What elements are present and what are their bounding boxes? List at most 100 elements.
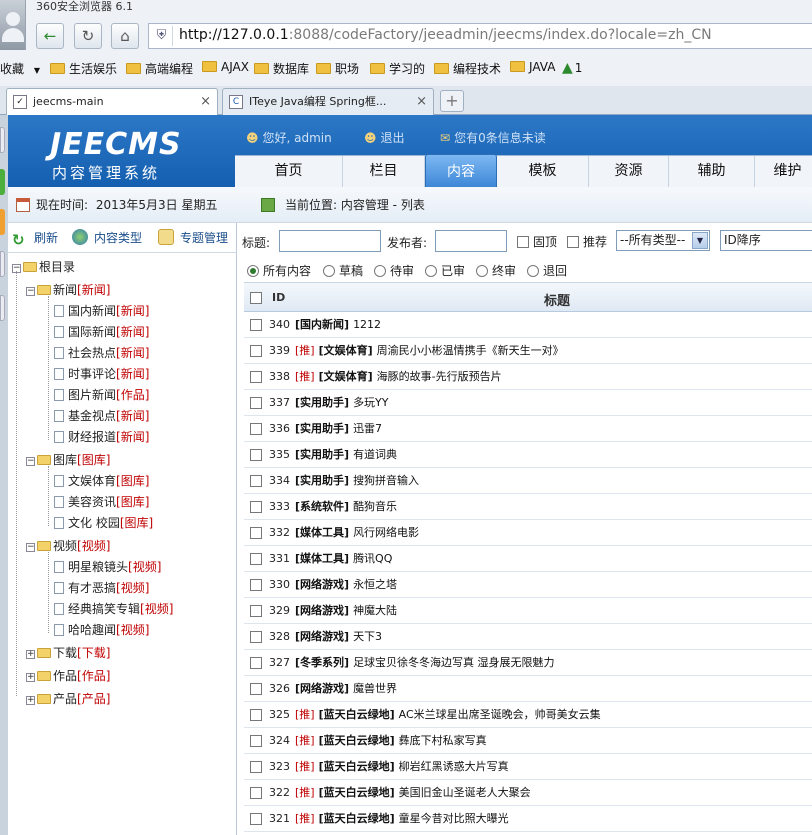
row-checkbox[interactable] [250, 735, 262, 747]
tree-channel[interactable]: − 图库[图库] [26, 450, 110, 470]
table-row[interactable]: 322 [推] [蓝天白云绿地] 美国旧金山圣诞老人大聚会 [244, 780, 812, 806]
table-row[interactable]: 335 [实用助手] 有道词典 [244, 442, 812, 468]
nav-home[interactable]: 首页 [235, 156, 343, 187]
select-all-checkbox[interactable] [250, 292, 262, 304]
bookmark-item[interactable]: AJAX [202, 60, 249, 74]
nav-assist[interactable]: 辅助 [669, 156, 755, 187]
tab-jeecms-main[interactable]: ✓ jeecms-main × [6, 88, 218, 115]
column-title[interactable]: 标题 [544, 290, 570, 309]
table-row[interactable]: 334 [实用助手] 搜狗拼音输入 [244, 468, 812, 494]
row-title-link[interactable]: 彝底下村私家写真 [399, 734, 487, 747]
row-checkbox[interactable] [250, 605, 262, 617]
publisher-filter-input[interactable] [435, 230, 507, 252]
table-row[interactable]: 340 [国内新闻] 1212 [244, 312, 812, 338]
collapse-icon[interactable]: − [26, 543, 35, 552]
row-title-link[interactable]: 足球宝贝徐冬冬海边写真 湿身展无限魅力 [353, 656, 555, 669]
row-checkbox[interactable] [250, 579, 262, 591]
nav-columns[interactable]: 栏目 [343, 156, 425, 187]
row-title-link[interactable]: 海豚的故事-先行版预告片 [377, 370, 502, 383]
table-row[interactable]: 330 [网络游戏] 永恒之塔 [244, 572, 812, 598]
row-checkbox[interactable] [250, 761, 262, 773]
row-checkbox[interactable] [250, 501, 262, 513]
bookmark-item[interactable]: 生活娱乐 [50, 60, 117, 77]
table-row[interactable]: 333 [系统软件] 酷狗音乐 [244, 494, 812, 520]
table-row[interactable]: 332 [媒体工具] 风行网络电影 [244, 520, 812, 546]
tree-subchannel[interactable]: 社会热点[新闻] [54, 343, 149, 363]
row-title-link[interactable]: 腾讯QQ [353, 552, 392, 565]
nav-resources[interactable]: 资源 [589, 156, 669, 187]
title-filter-input[interactable] [279, 230, 381, 252]
tree-channel[interactable]: + 产品[产品] [26, 689, 110, 709]
close-tab-icon[interactable]: × [416, 89, 427, 114]
refresh-link[interactable]: ↻ 刷新 [12, 229, 58, 249]
table-row[interactable]: 336 [实用助手] 迅雷7 [244, 416, 812, 442]
table-row[interactable]: 325 [推] [蓝天白云绿地] AC米兰球星出席圣诞晚会，帅哥美女云集 [244, 702, 812, 728]
collapse-icon[interactable]: − [26, 457, 35, 466]
row-title-link[interactable]: 酷狗音乐 [353, 500, 397, 513]
recommend-checkbox[interactable]: 推荐 [567, 233, 607, 250]
status-draft-radio[interactable]: 草稿 [323, 262, 363, 279]
tree-root[interactable]: − 根目录 [12, 257, 75, 277]
tree-subchannel[interactable]: 哈哈趣闻[视频] [54, 620, 149, 640]
tree-subchannel[interactable]: 时事评论[新闻] [54, 364, 149, 384]
table-row[interactable]: 338 [推] [文娱体育] 海豚的故事-先行版预告片 [244, 364, 812, 390]
status-all-radio[interactable]: 所有内容 [247, 262, 311, 279]
bookmark-item[interactable]: 高端编程 [126, 60, 193, 77]
row-title-link[interactable]: 有道词典 [353, 448, 397, 461]
row-title-link[interactable]: 神魔大陆 [353, 604, 397, 617]
status-approved-radio[interactable]: 已审 [425, 262, 465, 279]
tree-subchannel[interactable]: 基金视点[新闻] [54, 406, 149, 426]
status-pending-radio[interactable]: 待审 [374, 262, 414, 279]
table-row[interactable]: 329 [网络游戏] 神魔大陆 [244, 598, 812, 624]
close-tab-icon[interactable]: × [200, 89, 211, 114]
row-title-link[interactable]: 搜狗拼音输入 [353, 474, 419, 487]
user-avatar[interactable] [0, 0, 26, 50]
row-title-link[interactable]: 周渝民小小彬温情携手《新天生一对》 [377, 344, 564, 357]
topic-manage-link[interactable]: 专题管理 [158, 229, 228, 246]
address-bar[interactable]: ⛨ http://127.0.0.1:8088/codeFactory/jeea… [148, 23, 812, 49]
expand-icon[interactable]: + [26, 696, 35, 705]
table-row[interactable]: 327 [冬季系列] 足球宝贝徐冬冬海边写真 湿身展无限魅力 [244, 650, 812, 676]
row-checkbox[interactable] [250, 371, 262, 383]
type-select[interactable]: --所有类型-- ▼ [616, 230, 710, 251]
nav-templates[interactable]: 模板 [497, 156, 589, 187]
row-checkbox[interactable] [250, 397, 262, 409]
tree-subchannel[interactable]: 经典搞笑专辑[视频] [54, 599, 173, 619]
tree-subchannel[interactable]: 国内新闻[新闻] [54, 301, 149, 321]
tree-channel[interactable]: − 新闻[新闻] [26, 280, 110, 300]
bookmark-item[interactable]: JAVA [510, 60, 555, 74]
expand-icon[interactable]: + [26, 650, 35, 659]
tree-subchannel[interactable]: 国际新闻[新闻] [54, 322, 149, 342]
tab-iteye[interactable]: C ITeye Java编程 Spring框... × [222, 88, 434, 115]
row-checkbox[interactable] [250, 527, 262, 539]
collapse-icon[interactable]: − [26, 287, 35, 296]
url-text[interactable]: http://127.0.0.1:8088/codeFactory/jeeadm… [179, 27, 712, 43]
status-rejected-radio[interactable]: 退回 [527, 262, 567, 279]
tree-subchannel[interactable]: 有才恶搞[视频] [54, 578, 149, 598]
strip-button[interactable] [0, 169, 5, 195]
table-row[interactable]: 326 [网络游戏] 魔兽世界 [244, 676, 812, 702]
favorites-menu[interactable]: 收藏 ▼ [0, 60, 40, 77]
row-title-link[interactable]: 风行网络电影 [353, 526, 419, 539]
messages-link[interactable]: ✉ 您有0条信息未读 [440, 129, 546, 146]
tree-channel[interactable]: + 作品[作品] [26, 666, 110, 686]
row-checkbox[interactable] [250, 345, 262, 357]
sort-select[interactable]: ID降序 [720, 230, 812, 251]
row-title-link[interactable]: 1212 [353, 318, 381, 331]
tree-subchannel[interactable]: 美容资讯[图库] [54, 492, 149, 512]
row-checkbox[interactable] [250, 657, 262, 669]
bookmark-item[interactable]: 数据库 [254, 60, 309, 77]
row-title-link[interactable]: 美国旧金山圣诞老人大聚会 [399, 786, 531, 799]
table-row[interactable]: 321 [推] [蓝天白云绿地] 童星今昔对比照大曝光 [244, 806, 812, 832]
tree-channel[interactable]: + 下载[下载] [26, 643, 110, 663]
bookmark-item[interactable]: 职场 [316, 60, 359, 77]
strip-button[interactable] [0, 295, 5, 321]
strip-button[interactable] [0, 127, 5, 153]
bookmark-item[interactable]: 学习的 [370, 60, 425, 77]
row-title-link[interactable]: 柳岩红黑诱惑大片写真 [399, 760, 509, 773]
row-checkbox[interactable] [250, 475, 262, 487]
logout-link[interactable]: ☻ 退出 [364, 129, 405, 146]
row-checkbox[interactable] [250, 683, 262, 695]
shield-icon[interactable]: ⛨ [151, 26, 173, 46]
row-title-link[interactable]: 迅雷7 [353, 422, 382, 435]
